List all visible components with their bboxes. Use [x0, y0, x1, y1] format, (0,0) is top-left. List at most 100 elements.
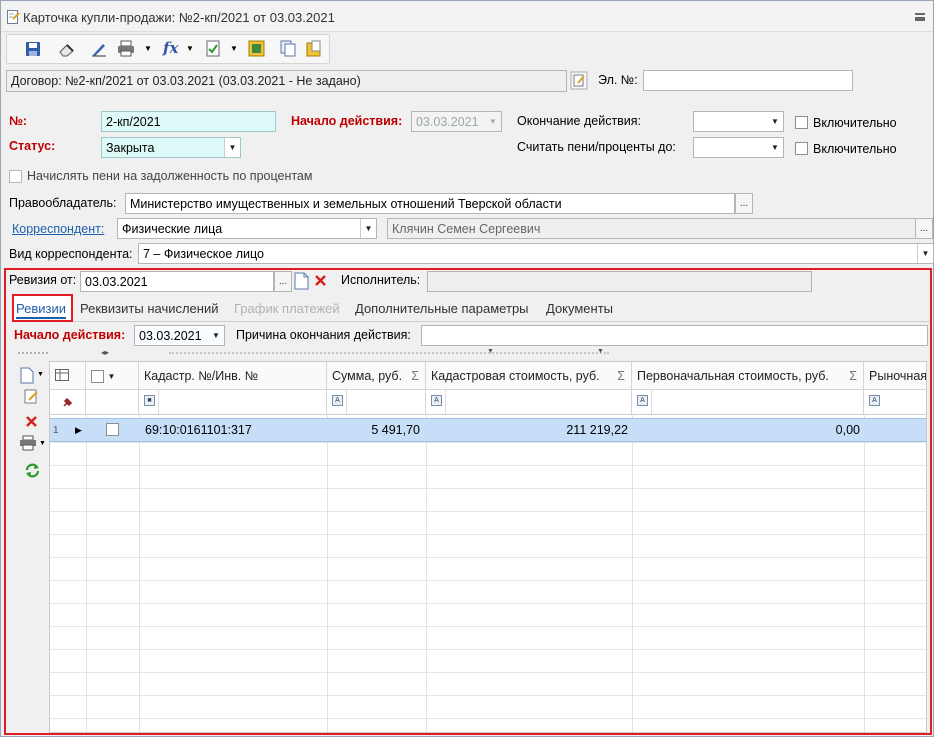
tab-documents[interactable]: Документы: [546, 301, 613, 316]
column-header-market[interactable]: Рыночная: [864, 362, 926, 390]
revision-start-dropdown-icon[interactable]: ▼: [208, 326, 224, 345]
export-icon[interactable]: [248, 40, 265, 57]
sum-sigma-icon[interactable]: Σ: [411, 369, 419, 383]
correspondent-link[interactable]: Корреспондент:: [12, 222, 104, 236]
print-grid-icon[interactable]: [19, 435, 37, 451]
eraser-icon[interactable]: [58, 41, 75, 57]
select-all-checkbox[interactable]: [91, 370, 104, 384]
window-menu-icon[interactable]: [915, 13, 925, 21]
filter-text-icon-market[interactable]: A: [869, 395, 880, 406]
print-dropdown-icon[interactable]: ▼: [144, 44, 152, 53]
column-header-sum[interactable]: Сумма, руб. Σ: [327, 362, 426, 390]
formula-icon[interactable]: fx: [163, 39, 178, 57]
cell-initial-cost[interactable]: 0,00: [836, 423, 860, 437]
sign-icon[interactable]: [91, 41, 107, 57]
row-checkbox[interactable]: [106, 423, 119, 436]
correspondent-type-select[interactable]: Физические лица ▼: [117, 218, 377, 239]
filter-text-icon-cad-cost[interactable]: A: [431, 395, 442, 406]
filter-sum[interactable]: A: [327, 390, 426, 415]
select-all-cell[interactable]: ▼: [86, 362, 139, 390]
end-date-label: Окончание действия:: [517, 114, 642, 128]
penalty-until-input[interactable]: ▼: [693, 137, 784, 158]
owner-browse-button[interactable]: ...: [735, 193, 753, 214]
correspondent-type-dropdown-icon[interactable]: ▼: [360, 219, 376, 238]
owner-input[interactable]: Министерство имущественных и земельных о…: [125, 193, 735, 214]
new-row-dropdown-icon[interactable]: ▼: [37, 371, 44, 378]
splitter-handle-right[interactable]: [169, 352, 609, 354]
end-date-dropdown-icon[interactable]: ▼: [767, 112, 783, 131]
cell-cad-cost[interactable]: 211 219,22: [566, 423, 628, 437]
end-date-input[interactable]: ▼: [693, 111, 784, 132]
tab-accrual-details[interactable]: Реквизиты начислений: [80, 301, 219, 316]
tab-extra-params[interactable]: Дополнительные параметры: [355, 301, 529, 316]
filter-initial-cost[interactable]: A: [632, 390, 864, 415]
revision-browse-button[interactable]: ...: [274, 271, 292, 292]
pin-icon[interactable]: [62, 396, 74, 408]
refresh-icon[interactable]: [24, 462, 41, 479]
filter-cadastral[interactable]: ■: [139, 390, 327, 415]
accrue-penalty-checkbox[interactable]: [9, 170, 22, 183]
end-reason-input[interactable]: [421, 325, 928, 346]
column-label-cadastral: Кадастр. №/Инв. №: [144, 369, 259, 383]
splitter-handle-left[interactable]: [18, 352, 48, 354]
correspondent-browse-button[interactable]: ...: [915, 218, 933, 239]
revision-from-input[interactable]: 03.03.2021: [80, 271, 274, 292]
new-revision-icon[interactable]: [294, 272, 309, 290]
filter-equals-icon[interactable]: ■: [144, 395, 155, 406]
formula-dropdown-icon[interactable]: ▼: [186, 44, 194, 53]
filter-text-icon-sum[interactable]: A: [332, 395, 343, 406]
executor-label: Исполнитель:: [341, 273, 421, 287]
window-title: Карточка купли-продажи: №2-кп/2021 от 03…: [23, 10, 335, 25]
copy-document-icon[interactable]: [280, 40, 296, 57]
delete-row-icon[interactable]: [25, 415, 38, 428]
check-dropdown-icon[interactable]: ▼: [230, 44, 238, 53]
start-date-input: 03.03.2021 ▼: [411, 111, 502, 132]
folder-doc-icon[interactable]: [306, 40, 322, 57]
filter-cad-cost[interactable]: A: [426, 390, 632, 415]
revision-start-input[interactable]: 03.03.2021 ▼: [134, 325, 225, 346]
number-input[interactable]: 2-кп/2021: [101, 111, 276, 132]
corr-kind-label: Вид корреспондента:: [9, 247, 133, 261]
penalty-until-dropdown-icon[interactable]: ▼: [767, 138, 783, 157]
column-label-sum: Сумма, руб.: [332, 369, 403, 383]
filter-pin-cell[interactable]: [50, 390, 86, 415]
cell-cadastral[interactable]: 69:10:0161101:317: [145, 423, 252, 437]
column-header-cad-cost[interactable]: Кадастровая стоимость, руб. Σ: [426, 362, 632, 390]
inclusive-label-1: Включительно: [813, 116, 897, 130]
start-date-label: Начало действия:: [291, 114, 403, 128]
inclusive-checkbox-2[interactable]: [795, 142, 808, 155]
status-select[interactable]: Закрыта ▼: [101, 137, 241, 158]
delete-revision-icon[interactable]: [314, 274, 327, 287]
corr-kind-select[interactable]: 7 – Физическое лицо ▼: [138, 243, 934, 264]
status-dropdown-icon[interactable]: ▼: [224, 138, 240, 157]
document-check-icon[interactable]: [205, 40, 221, 57]
filter-text-icon-initial-cost[interactable]: A: [637, 395, 648, 406]
new-row-icon[interactable]: [20, 367, 35, 384]
el-no-label: Эл. №:: [598, 73, 638, 87]
edit-row-icon[interactable]: [24, 389, 39, 404]
penalty-until-label: Считать пени/проценты до:: [517, 140, 676, 154]
column-chooser-cell[interactable]: [50, 362, 86, 390]
column-header-cadastral[interactable]: Кадастр. №/Инв. №: [139, 362, 327, 390]
el-no-input[interactable]: [643, 70, 853, 91]
column-header-initial-cost[interactable]: Первоначальная стоимость, руб. Σ: [632, 362, 864, 390]
print-grid-dropdown-icon[interactable]: ▼: [39, 440, 46, 447]
column-label-cad-cost: Кадастровая стоимость, руб.: [431, 369, 600, 383]
tab-revisions[interactable]: Ревизии: [16, 301, 66, 319]
splitter-arrows-icon[interactable]: ◂▸: [101, 348, 109, 357]
number-label: №:: [9, 114, 28, 128]
column-chooser-icon[interactable]: [55, 369, 69, 381]
cad-cost-sigma-icon[interactable]: Σ: [617, 369, 625, 383]
print-icon[interactable]: [117, 40, 135, 57]
inclusive-label-2: Включительно: [813, 142, 897, 156]
edit-contract-icon[interactable]: [570, 71, 588, 90]
select-all-dropdown-icon[interactable]: ▼: [107, 372, 115, 381]
save-icon[interactable]: [25, 41, 41, 57]
filter-market[interactable]: A: [864, 390, 926, 415]
correspondent-name-field: Клячин Семен Сергеевич: [387, 218, 917, 239]
inclusive-checkbox-1[interactable]: [795, 116, 808, 129]
executor-field: [427, 271, 812, 292]
initial-cost-sigma-icon[interactable]: Σ: [849, 369, 857, 383]
cell-sum[interactable]: 5 491,70: [371, 423, 420, 437]
corr-kind-dropdown-icon[interactable]: ▼: [917, 244, 933, 263]
